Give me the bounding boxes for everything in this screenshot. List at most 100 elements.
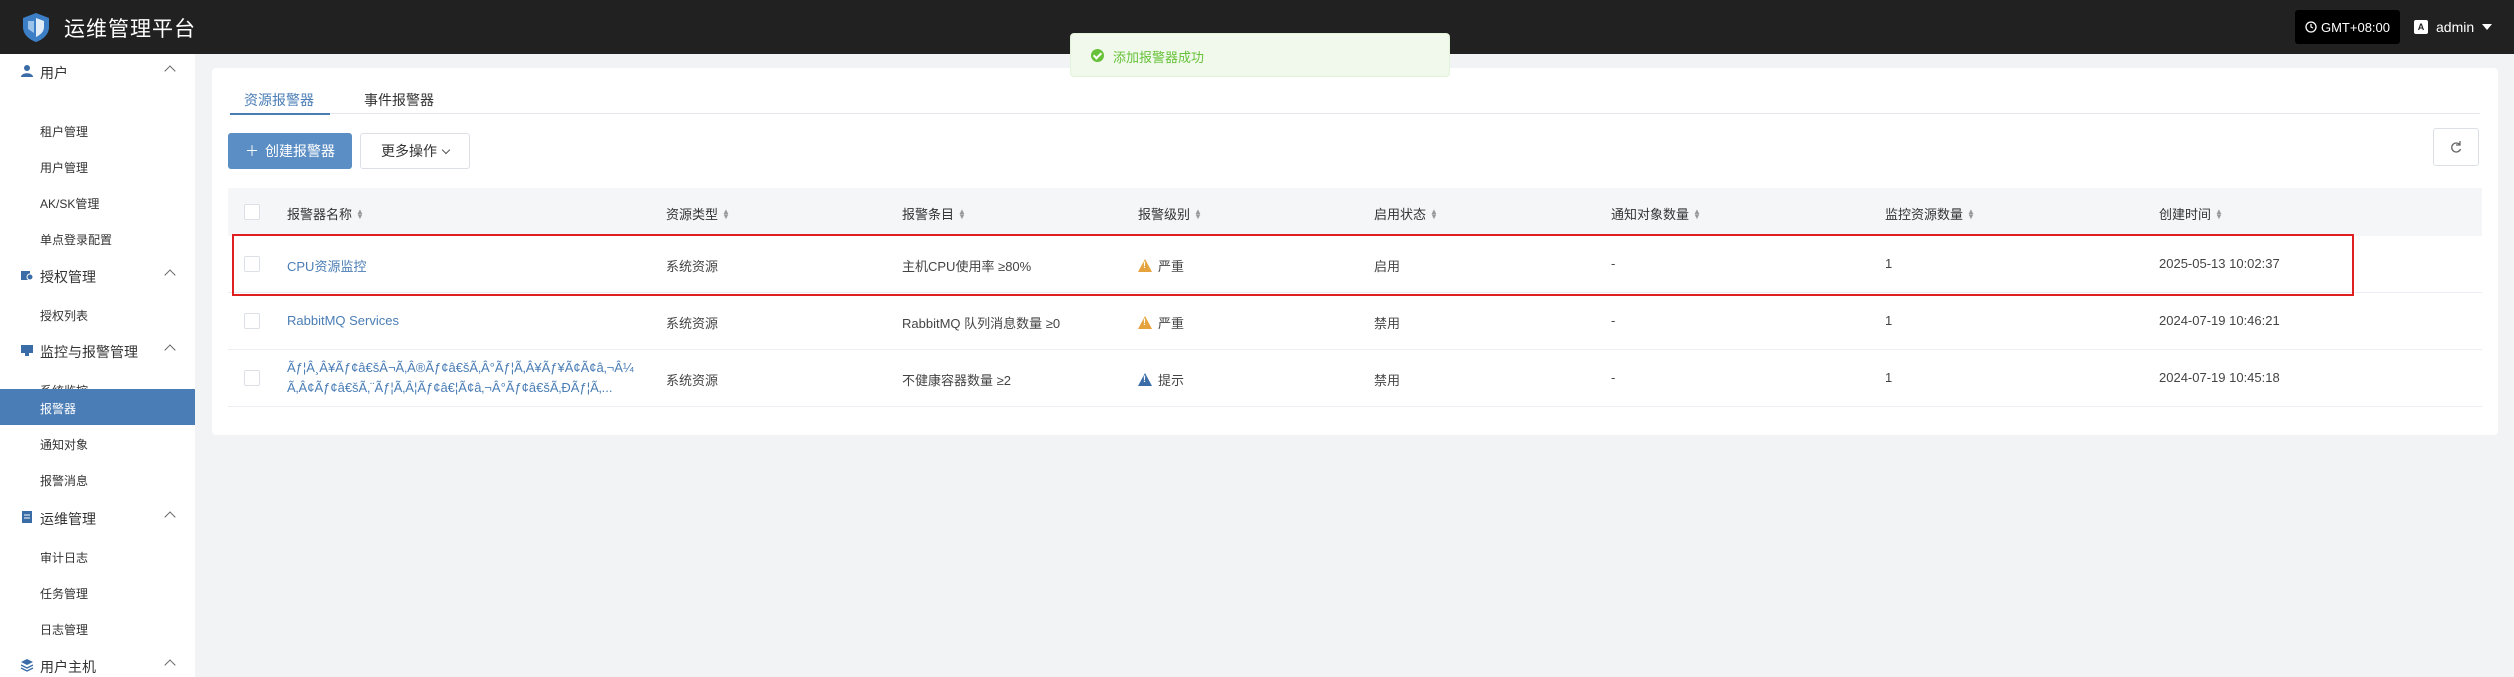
sidebar-item-users[interactable]: 用户管理 [0,148,195,184]
resource-count: 1 [1885,256,1893,271]
column-header[interactable]: 资源类型 ▲ ▼ [666,204,730,223]
sort-icon: ▲ ▼ [1967,206,1975,221]
enable-status: 禁用 [1374,373,1401,388]
sidebar-item-aksk[interactable]: AK/SK管理 [0,184,195,220]
sidebar-item-sso[interactable]: 单点登录配置 [0,220,195,256]
resource-type: 系统资源 [666,316,719,331]
ops-icon [22,511,32,523]
sidebar-item-auth-list[interactable]: 授权列表 [0,296,195,332]
chevron-up-icon [164,344,176,356]
column-header[interactable]: 报警级别 ▲ ▼ [1138,204,1202,223]
sidebar-group-host[interactable]: 用户主机 [0,648,195,677]
sort-icon: ▲ ▼ [2215,206,2223,221]
column-header[interactable]: 报警器名称 ▲ ▼ [287,204,364,223]
tab-resource-alarm[interactable]: 资源报警器 [244,90,314,110]
clock-icon [2305,21,2317,33]
sidebar-group-user[interactable]: 用户 [0,54,195,88]
chevron-up-icon [164,65,176,77]
sidebar-item-log[interactable]: 日志管理 [0,610,195,646]
create-alarm-button[interactable]: ＋ 创建报警器 [228,133,352,169]
select-all-checkbox[interactable] [244,204,260,220]
alarm-condition: 主机CPU使用率 ≥80% [902,259,1032,274]
more-actions-label: 更多操作 [381,143,437,159]
sidebar: 用户 租户管理 用户管理 AK/SK管理 单点登录配置 授权管理 授权列表 监控… [0,54,195,677]
chevron-down-icon [441,145,451,154]
timezone-label: GMT+08:00 [2320,19,2390,35]
chevron-up-icon [164,511,176,523]
alarm-name-link[interactable]: RabbitMQ Services [287,313,399,328]
alarm-condition: RabbitMQ 队列消息数量 ≥0 [902,316,1061,331]
chevron-up-icon [164,659,176,671]
notify-count: - [1611,370,1616,385]
row-checkbox[interactable] [244,370,260,386]
sidebar-item-tenant[interactable]: 租户管理 [0,112,195,148]
caret-down-icon [2482,24,2493,30]
toast-message: 添加报警器成功 [1113,50,1205,65]
sort-icon: ▲ ▼ [958,206,966,221]
chevron-up-icon [164,269,176,281]
sidebar-item-task[interactable]: 任务管理 [0,574,195,610]
alarm-level: 提示 [1138,370,1184,389]
sidebar-group-label: 用户 [40,65,68,81]
refresh-button[interactable] [2433,128,2479,166]
sort-icon: ▲ ▼ [1693,206,1701,221]
user-icon [21,65,33,77]
sort-icon: ▲ ▼ [1430,206,1438,221]
table-header: 报警器名称 ▲ ▼ 资源类型 ▲ ▼ 报警条目 ▲ ▼ 报警级别 ▲ ▼ 启用状态 ▲ ▼ 通知对象… [228,188,2482,236]
user-name: admin [2436,19,2475,35]
column-header[interactable]: 通知对象数量 ▲ ▼ [1611,204,1701,223]
sidebar-group-label: 运维管理 [40,511,96,527]
sidebar-item-notify-target[interactable]: 通知对象 [0,425,195,461]
sidebar-group-label: 监控与报警管理 [40,344,138,360]
success-toast: 添加报警器成功 [1070,33,1450,77]
alarm-level: 严重 [1138,256,1184,275]
sort-icon: ▲ ▼ [356,206,364,221]
refresh-icon [2451,141,2462,153]
sidebar-item-alarms[interactable]: 报警器 [0,389,195,425]
sidebar-item-audit-log[interactable]: 审计日志 [0,538,195,574]
create-alarm-label: 创建报警器 [265,143,335,159]
logo-icon [23,13,49,42]
enable-status: 禁用 [1374,316,1401,331]
column-header[interactable]: 报警条目 ▲ ▼ [902,204,966,223]
sort-icon: ▲ ▼ [722,206,730,221]
alarm-condition: 不健康容器数量 ≥2 [902,373,1011,388]
sort-icon: ▲ ▼ [1194,206,1202,221]
resource-count: 1 [1885,370,1893,385]
active-tab-indicator [230,113,330,115]
resource-type: 系统资源 [666,259,719,274]
sidebar-group-label: 用户主机 [40,659,96,675]
created-time: 2024-07-19 10:45:18 [2159,370,2280,385]
column-header[interactable]: 启用状态 ▲ ▼ [1374,204,1438,223]
sidebar-item-alarm-message[interactable]: 报警消息 [0,461,195,497]
authorize-icon [21,271,34,281]
created-time: 2024-07-19 10:46:21 [2159,313,2280,328]
timezone-button[interactable]: GMT+08:00 [2295,10,2400,44]
app-title: 运维管理平台 [64,18,196,41]
row-checkbox[interactable] [244,256,260,272]
alarm-name-link[interactable]: CPU资源监控 [287,256,366,275]
check-circle-icon [1091,49,1104,62]
more-actions-dropdown[interactable]: 更多操作 [360,133,470,169]
monitor-icon [21,345,33,356]
sidebar-group-label: 授权管理 [40,269,96,285]
sidebar-group-authorization[interactable]: 授权管理 [0,258,195,292]
column-header[interactable]: 创建时间 ▲ ▼ [2159,204,2223,223]
sidebar-group-ops[interactable]: 运维管理 [0,500,195,534]
row-checkbox[interactable] [244,313,260,329]
sidebar-group-monitoring[interactable]: 监控与报警管理 [0,333,195,367]
info-icon [1138,373,1152,386]
column-header[interactable]: 监控资源数量 ▲ ▼ [1885,204,1975,223]
tab-event-alarm[interactable]: 事件报警器 [364,90,434,110]
alarm-name-line2: Ã‚Â¢Ãƒ¢â€šÃ‚¨Ãƒ¦Ã‚Â¦Ãƒ¢â€¦Ã¢â‚¬Â°Ãƒ¢â€šÃ… [287,380,613,395]
host-icon [20,659,34,672]
enable-status: 启用 [1374,259,1401,274]
resource-type: 系统资源 [666,373,719,388]
main-card: 资源报警器 事件报警器 ＋ 创建报警器 更多操作 报警器名称 ▲ ▼ 资源类型 ▲ ▼ … [212,68,2498,435]
notify-count: - [1611,256,1616,271]
warning-icon [1138,316,1152,329]
user-menu[interactable]: A admin [2414,10,2493,44]
alarm-name-link[interactable]: Ãƒ¦Â¸Â¥Ãƒ¢â€šÂ¬Ã‚Â®Ãƒ¢â€šÃ‚Â°Ãƒ¦Ã‚Â¥Ãƒ¥Ã… [287,358,647,398]
table-row: Ãƒ¦Â¸Â¥Ãƒ¢â€šÂ¬Ã‚Â®Ãƒ¢â€šÃ‚Â°Ãƒ¦Ã‚Â¥Ãƒ¥Ã… [228,350,2482,407]
notify-count: - [1611,313,1616,328]
